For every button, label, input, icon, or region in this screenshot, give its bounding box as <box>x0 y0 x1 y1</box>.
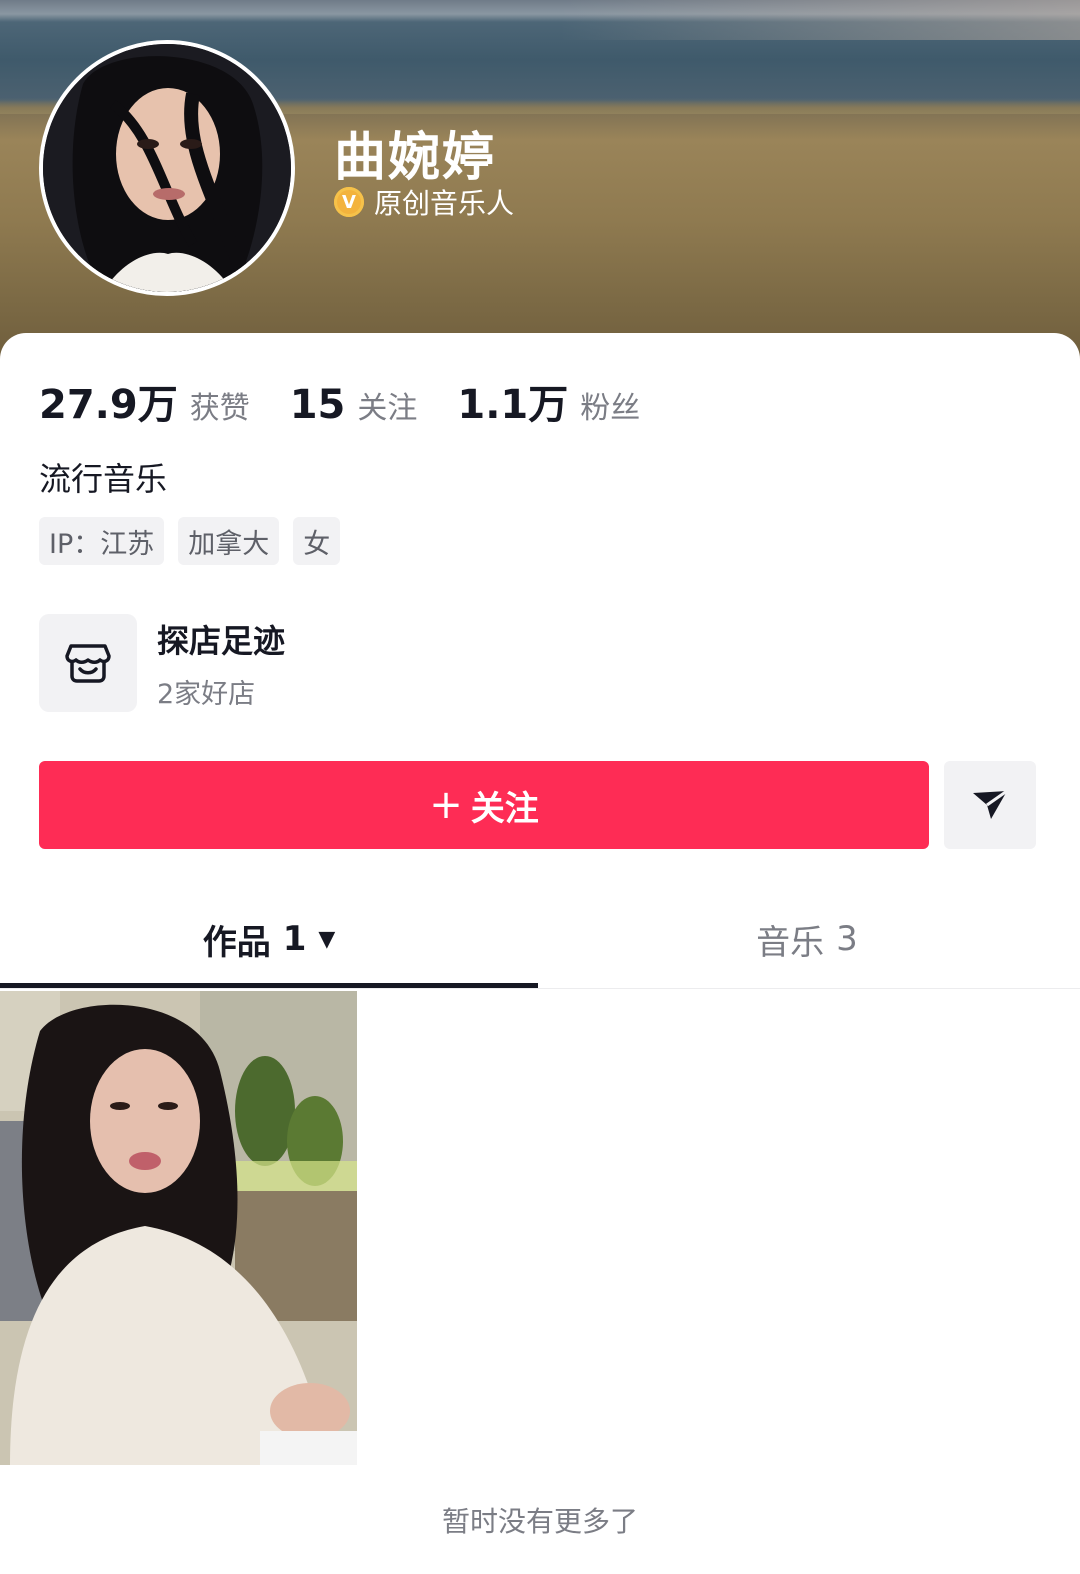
video-thumbnail[interactable] <box>0 991 357 1465</box>
tab-label: 作品 <box>202 922 271 963</box>
profile-bio: 流行音乐 <box>39 460 168 498</box>
stat-followers[interactable]: 1.1万 粉丝 <box>457 372 640 430</box>
tab-works[interactable]: 作品 1 ▼ <box>0 890 538 988</box>
v-badge-icon: V <box>334 187 364 217</box>
content-tabs: 作品 1 ▼ 音乐 3 <box>0 890 1080 988</box>
stat-following[interactable]: 15 关注 <box>290 382 418 428</box>
caret-down-icon[interactable]: ▼ <box>318 927 335 952</box>
avatar[interactable] <box>39 40 295 296</box>
tag-country: 加拿大 <box>178 517 280 565</box>
banner-sky-haze <box>560 0 1080 40</box>
tab-count: 3 <box>836 919 858 959</box>
send-message-button[interactable] <box>944 761 1036 849</box>
stat-label: 关注 <box>357 391 418 426</box>
tab-music[interactable]: 音乐 3 <box>538 890 1076 988</box>
stat-label: 粉丝 <box>580 391 641 426</box>
stat-label: 获赞 <box>189 391 250 426</box>
shop-visits-entry[interactable]: 探店足迹 2家好店 <box>39 614 285 712</box>
stats-row: 27.9万 获赞 15 关注 1.1万 粉丝 <box>39 372 680 430</box>
stat-number: 1.1万 <box>457 382 569 428</box>
plus-icon: + <box>429 782 463 828</box>
verification-row: V 原创音乐人 <box>334 184 514 220</box>
store-icon <box>39 614 137 712</box>
profile-name: 曲婉婷 <box>334 128 497 188</box>
stat-likes[interactable]: 27.9万 获赞 <box>39 372 250 430</box>
tab-count: 1 <box>282 919 307 959</box>
profile-tags: IP：江苏 加拿大 女 <box>39 517 341 565</box>
tab-divider <box>0 988 1080 989</box>
follow-button[interactable]: + 关注 <box>39 761 929 849</box>
stat-number: 27.9万 <box>39 382 178 428</box>
shop-title: 探店足迹 <box>157 621 286 660</box>
follow-label: 关注 <box>470 788 539 829</box>
send-arrow-icon <box>973 789 1008 819</box>
verification-label: 原创音乐人 <box>374 187 515 220</box>
stat-number: 15 <box>289 382 346 428</box>
no-more-content-note: 暂时没有更多了 <box>441 1505 638 1538</box>
shop-subtitle: 2家好店 <box>157 678 256 710</box>
tag-gender: 女 <box>293 517 341 565</box>
tab-label: 音乐 <box>756 922 825 963</box>
tag-ip-location: IP：江苏 <box>39 517 165 565</box>
